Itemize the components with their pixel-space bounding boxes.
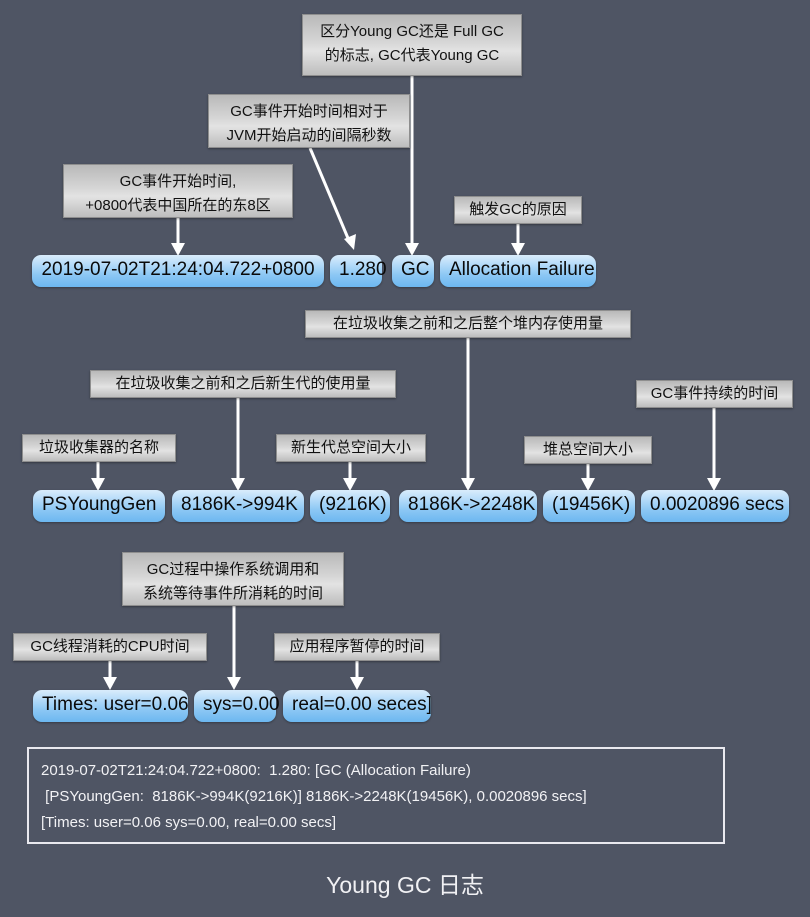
note-sys-time: GC过程中操作系统调用和 系统等待事件所消耗的时间 — [122, 552, 344, 606]
note-gc-cause: 触发GC的原因 — [454, 196, 582, 224]
gc-log-line-3: [Times: user=0.06 sys=0.00, real=0.00 se… — [41, 814, 337, 831]
gc-log-line-2: [PSYoungGen: 8186K->994K(9216K)] 8186K->… — [41, 788, 587, 805]
note-start-time: GC事件开始时间, +0800代表中国所在的东8区 — [63, 164, 293, 218]
note-gc-type: 区分Young GC还是 Full GC 的标志, GC代表Young GC — [302, 14, 522, 76]
note-cpu-time: GC线程消耗的CPU时间 — [13, 633, 207, 661]
pill-heap-total[interactable]: (19456K) — [543, 490, 635, 522]
pill-heap-delta[interactable]: 8186K->2248K — [399, 490, 537, 522]
note-young-total: 新生代总空间大小 — [276, 434, 426, 462]
pill-young-total[interactable]: (9216K) — [310, 490, 390, 522]
pill-duration[interactable]: 0.0020896 secs — [641, 490, 789, 522]
diagram-caption: Young GC 日志 — [326, 872, 484, 898]
diagram-canvas: 区分Young GC还是 Full GC 的标志, GC代表Young GC G… — [0, 0, 810, 917]
note-heap-total: 堆总空间大小 — [524, 436, 652, 464]
pill-collector[interactable]: PSYoungGen — [33, 490, 165, 522]
gc-log-box: 2019-07-02T21:24:04.722+0800: 1.280: [GC… — [27, 747, 725, 844]
note-heap-usage: 在垃圾收集之前和之后整个堆内存使用量 — [305, 310, 631, 338]
note-pause-time: 应用程序暂停的时间 — [274, 633, 440, 661]
pill-user-time[interactable]: Times: user=0.06 — [33, 690, 189, 722]
pill-young-delta[interactable]: 8186K->994K — [172, 490, 304, 522]
pill-real-time[interactable]: real=0.00 seces] — [283, 690, 432, 722]
note-duration: GC事件持续的时间 — [636, 380, 793, 408]
pill-gc-cause[interactable]: Allocation Failure — [440, 255, 596, 287]
gc-log-line-1: 2019-07-02T21:24:04.722+0800: 1.280: [GC… — [41, 762, 471, 779]
pill-gc-type[interactable]: GC — [392, 255, 434, 287]
pill-sys-time[interactable]: sys=0.00 — [194, 690, 280, 722]
pill-uptime[interactable]: 1.280 — [330, 255, 387, 287]
note-relative-time: GC事件开始时间相对于 JVM开始启动的间隔秒数 — [208, 94, 410, 148]
pill-timestamp[interactable]: 2019-07-02T21:24:04.722+0800 — [32, 255, 324, 287]
note-young-usage: 在垃圾收集之前和之后新生代的使用量 — [90, 370, 396, 398]
note-collector-name: 垃圾收集器的名称 — [22, 434, 176, 462]
